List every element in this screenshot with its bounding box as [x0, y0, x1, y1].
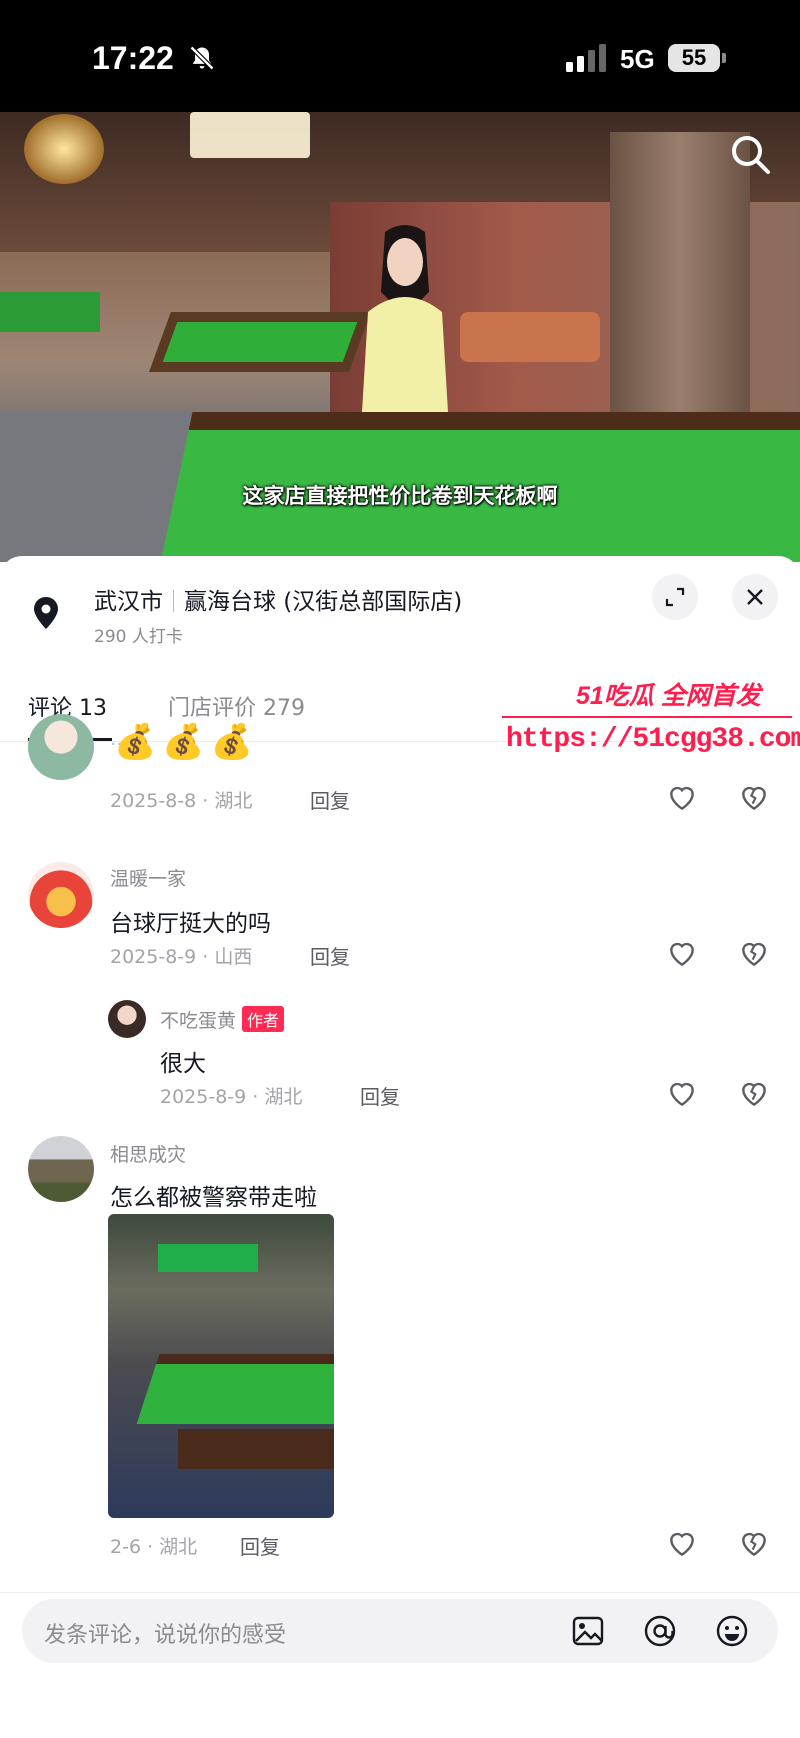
- location-title: 武汉市 赢海台球 (汉街总部国际店): [94, 582, 462, 616]
- comment-date: 2025-8-9 · 山西: [110, 946, 253, 968]
- dislike-icon[interactable]: [738, 1078, 770, 1110]
- battery-tip: [722, 53, 726, 63]
- comment-author[interactable]: 相思成灾: [110, 1140, 186, 1167]
- comment-date: 2025-8-8 · 湖北: [110, 790, 253, 812]
- author-badge: 作者: [242, 1006, 285, 1032]
- watermark-line: [502, 716, 792, 718]
- comment-author[interactable]: 温暖一家: [110, 864, 186, 891]
- video-lamp: [190, 112, 310, 158]
- search-icon[interactable]: [728, 132, 772, 176]
- bell-off-icon: [189, 45, 215, 71]
- avatar[interactable]: [108, 1000, 146, 1038]
- reply-button[interactable]: 回复: [360, 1081, 400, 1110]
- reply-date: 2025-8-9 · 湖北: [160, 1086, 303, 1108]
- reply-button[interactable]: 回复: [240, 1531, 280, 1560]
- close-icon: [747, 589, 763, 605]
- photo-table: [136, 1354, 334, 1424]
- image-icon[interactable]: [570, 1613, 606, 1649]
- video-player[interactable]: 这家店直接把性价比卷到天花板啊: [0, 112, 800, 562]
- dislike-icon[interactable]: [738, 938, 770, 970]
- expand-icon: [665, 587, 685, 607]
- expand-button[interactable]: [652, 574, 698, 620]
- avatar[interactable]: [28, 1136, 94, 1202]
- comment-text: 怎么都被警察带走啦: [110, 1185, 317, 1211]
- photo-banner: [158, 1244, 258, 1272]
- at-icon[interactable]: [642, 1613, 678, 1649]
- reply-author[interactable]: 不吃蛋黄 作者: [160, 1006, 285, 1033]
- comment-date: 2-6 · 湖北: [110, 1536, 198, 1558]
- signal-icon: [566, 44, 606, 72]
- heart-icon[interactable]: [666, 938, 698, 970]
- reply-button[interactable]: 回复: [310, 941, 350, 970]
- video-table-far: [0, 292, 100, 332]
- comments-sheet: 武汉市 赢海台球 (汉街总部国际店) 290 人打卡 评论 13 门店评价 279…: [0, 556, 800, 1738]
- video-chandelier: [24, 114, 104, 184]
- video-caption: 这家店直接把性价比卷到天花板啊: [242, 484, 558, 508]
- video-sofa: [460, 312, 600, 362]
- status-time: 17:22: [92, 40, 174, 76]
- location-store: 赢海台球 (汉街总部国际店): [184, 589, 463, 615]
- avatar[interactable]: [28, 862, 94, 928]
- watermark: 51吃瓜 全网首发 https://51cgg38.com: [500, 676, 800, 776]
- comment-input[interactable]: 发条评论，说说你的感受: [22, 1599, 778, 1663]
- heart-icon[interactable]: [666, 782, 698, 814]
- dislike-icon[interactable]: [738, 782, 770, 814]
- close-button[interactable]: [732, 574, 778, 620]
- comment-emojis: 💰💰💰: [114, 722, 260, 762]
- watermark-brand: 51吃瓜 全网首发: [576, 682, 761, 710]
- status-bar: 17:22 5G 55: [0, 0, 800, 112]
- comment-text: 台球厅挺大的吗: [110, 911, 271, 937]
- dislike-icon[interactable]: [738, 1528, 770, 1560]
- emoji-icon[interactable]: [714, 1613, 750, 1649]
- tab-store-reviews[interactable]: 门店评价 279: [168, 690, 305, 722]
- photo-table-base: [178, 1429, 334, 1469]
- heart-icon[interactable]: [666, 1078, 698, 1110]
- network-type: 5G: [620, 44, 655, 74]
- reply-author-name: 不吃蛋黄: [160, 1010, 237, 1032]
- location-checkins: 290 人打卡: [94, 627, 183, 647]
- video-table-mid: [149, 312, 371, 372]
- location-divider: [173, 590, 174, 612]
- location-city: 武汉市: [94, 589, 163, 615]
- location-pin-icon: [34, 597, 58, 629]
- comment-input-bar: 发条评论，说说你的感受: [0, 1592, 800, 1738]
- heart-icon[interactable]: [666, 1528, 698, 1560]
- watermark-url: https://51cgg38.com: [506, 724, 800, 755]
- comment-input-placeholder: 发条评论，说说你的感受: [44, 1623, 287, 1648]
- battery-level: 55: [668, 44, 720, 72]
- reply-button[interactable]: 回复: [310, 785, 350, 814]
- avatar[interactable]: [28, 714, 94, 780]
- comment-image[interactable]: [108, 1214, 334, 1518]
- reply-text: 很大: [160, 1051, 206, 1077]
